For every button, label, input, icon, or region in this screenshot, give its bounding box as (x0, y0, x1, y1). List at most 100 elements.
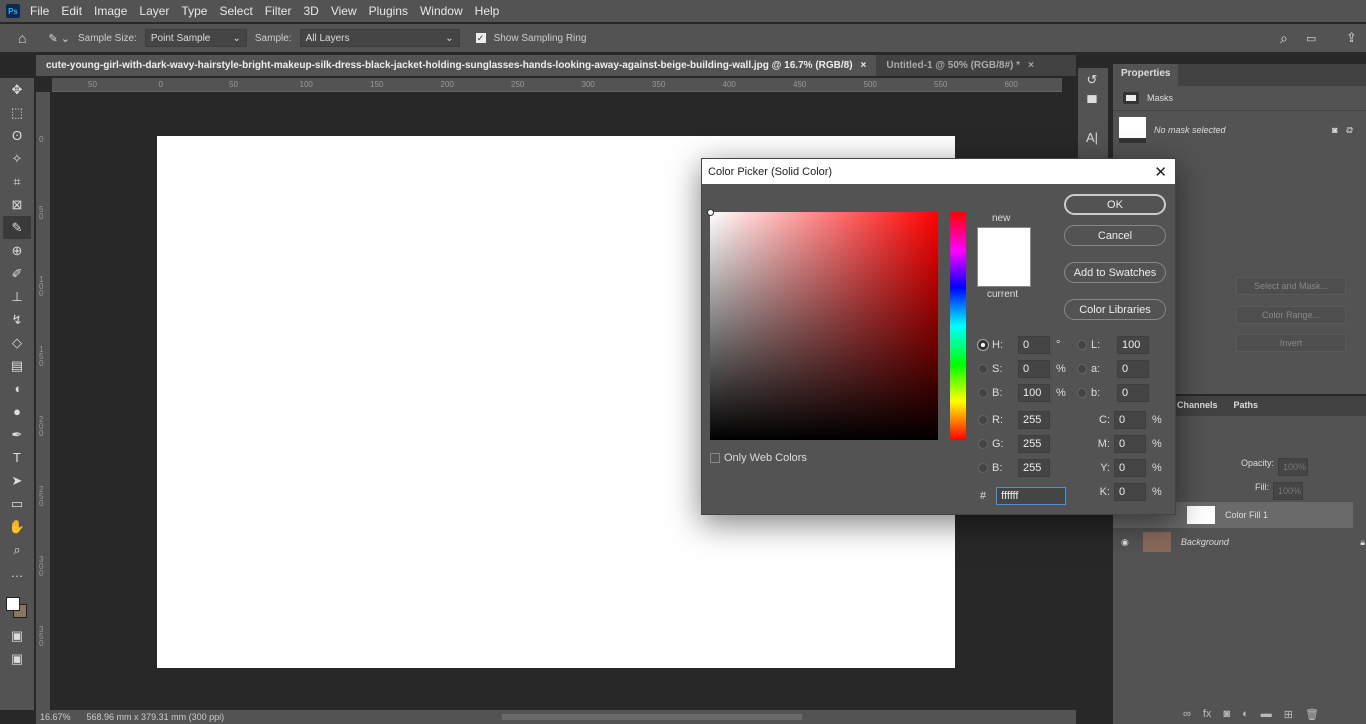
color-field[interactable] (707, 209, 938, 440)
layer-row[interactable]: ◉ Background 🔒︎ (1113, 529, 1365, 555)
add-pixel-mask-icon[interactable]: ◙ (1332, 125, 1337, 135)
field-input[interactable]: 100 (1117, 336, 1149, 354)
field-input[interactable]: 0 (1114, 459, 1146, 477)
field-input[interactable]: 0 (1114, 483, 1146, 501)
screen-mode-icon[interactable]: ▣ (3, 647, 31, 670)
blur-tool-icon[interactable]: ◖ (3, 377, 31, 400)
radio-hsb[interactable] (978, 340, 988, 350)
hex-input[interactable]: ffffff (996, 487, 1067, 505)
marquee-tool-icon[interactable]: ⬚ (3, 101, 31, 124)
radio-lab[interactable] (1077, 364, 1087, 374)
dodge-tool-icon[interactable]: ● (3, 400, 31, 423)
eye-icon[interactable]: ◉ (1121, 537, 1129, 548)
field-input[interactable]: 100 (1018, 384, 1050, 402)
search-icon[interactable]: ⌕ (1280, 30, 1288, 47)
share-icon[interactable]: ⇪ (1346, 30, 1357, 46)
menu-file[interactable]: File (30, 4, 49, 18)
quick-mask-icon[interactable]: ▣ (3, 624, 31, 647)
opacity-input[interactable]: 100% (1278, 458, 1309, 476)
color-range-button[interactable]: Color Range... (1236, 306, 1346, 324)
link-icon[interactable]: ∞ (1183, 708, 1191, 721)
select-and-mask-button[interactable]: Select and Mask... (1236, 277, 1346, 295)
document-tab[interactable]: cute-young-girl-with-dark-wavy-hairstyle… (36, 55, 877, 76)
more-tool-icon[interactable]: … (3, 561, 31, 584)
new-layer-icon[interactable]: ⊞ (1284, 708, 1293, 721)
invert-button[interactable]: Invert (1236, 334, 1346, 352)
radio-rgb[interactable] (978, 439, 988, 449)
hue-slider[interactable] (950, 212, 966, 440)
menu-edit[interactable]: Edit (61, 4, 82, 18)
add-to-swatches-button[interactable]: Add to Swatches (1064, 262, 1166, 283)
healing-tool-icon[interactable]: ⊕ (3, 239, 31, 262)
zoom-tool-icon[interactable]: ⌕ (3, 538, 31, 561)
document-tab[interactable]: Untitled-1 @ 50% (RGB/8#) * × (876, 55, 1044, 76)
menu-help[interactable]: Help (475, 4, 500, 18)
menu-image[interactable]: Image (94, 4, 127, 18)
foreground-color-swatch[interactable] (6, 597, 20, 611)
color-field-cursor[interactable] (707, 209, 714, 216)
rectangle-tool-icon[interactable]: ▭ (3, 492, 31, 515)
radio-hsb[interactable] (978, 364, 988, 374)
eraser-tool-icon[interactable]: ◇ (3, 331, 31, 354)
close-icon[interactable]: × (861, 60, 867, 71)
menu-layer[interactable]: Layer (139, 4, 169, 18)
lasso-tool-icon[interactable]: ʘ (3, 124, 31, 147)
only-web-colors-checkbox[interactable] (710, 453, 720, 463)
radio-lab[interactable] (1077, 340, 1087, 350)
radio-rgb[interactable] (978, 463, 988, 473)
frame-tool-icon[interactable]: ⊠ (3, 193, 31, 216)
path-select-tool-icon[interactable]: ➤ (3, 469, 31, 492)
sample-size-select[interactable]: Point Sample ⌄ (144, 29, 247, 47)
field-input[interactable]: 0 (1018, 360, 1050, 378)
adjustment-icon[interactable]: ◐ (1242, 708, 1249, 721)
trash-icon[interactable]: 🗑︎ (1305, 708, 1319, 721)
crop-tool-icon[interactable]: ⌗ (3, 170, 31, 193)
hand-tool-icon[interactable]: ✋ (3, 515, 31, 538)
zoom-level[interactable]: 16.67% (40, 712, 71, 722)
type-tool-icon[interactable]: T (3, 446, 31, 469)
field-input[interactable]: 0 (1114, 435, 1146, 453)
menu-select[interactable]: Select (219, 4, 252, 18)
field-input[interactable]: 255 (1018, 411, 1050, 429)
magic-wand-tool-icon[interactable]: ✧ (3, 147, 31, 170)
fx-icon[interactable]: fx (1203, 708, 1212, 721)
channels-tab[interactable]: Channels (1169, 396, 1226, 416)
fill-input[interactable]: 100% (1273, 482, 1303, 500)
properties-tab[interactable]: Properties (1113, 64, 1179, 86)
menu-view[interactable]: View (331, 4, 357, 18)
only-web-colors[interactable]: Only Web Colors (710, 452, 807, 464)
move-tool-icon[interactable]: ✥ (3, 78, 31, 101)
brush-tool-icon[interactable]: ✐ (3, 262, 31, 285)
radio-rgb[interactable] (978, 415, 988, 425)
field-input[interactable]: 0 (1117, 360, 1149, 378)
menu-type[interactable]: Type (181, 4, 207, 18)
radio-hsb[interactable] (978, 388, 988, 398)
field-input[interactable]: 0 (1018, 336, 1050, 354)
paths-tab[interactable]: Paths (1226, 396, 1267, 416)
field-input[interactable]: 255 (1018, 459, 1050, 477)
cancel-button[interactable]: Cancel (1064, 225, 1166, 246)
field-input[interactable]: 0 (1114, 411, 1146, 429)
close-icon[interactable]: ✕ (1154, 163, 1167, 181)
eyedropper-tool-icon[interactable]: ✎ (3, 216, 31, 239)
ok-button[interactable]: OK (1064, 194, 1166, 215)
home-icon[interactable]: ⌂ (18, 30, 26, 46)
add-mask-icon[interactable]: ◙ (1223, 708, 1230, 721)
menu-plugins[interactable]: Plugins (369, 4, 408, 18)
radio-lab[interactable] (1077, 388, 1087, 398)
menu-filter[interactable]: Filter (265, 4, 292, 18)
color-swatches[interactable] (3, 594, 31, 624)
character-icon[interactable]: A| (1078, 126, 1106, 149)
field-input[interactable]: 0 (1117, 384, 1149, 402)
comments-icon[interactable]: ▀ (1078, 91, 1106, 114)
sampling-ring-checkbox[interactable]: ✓ (475, 33, 486, 43)
pen-tool-icon[interactable]: ✒ (3, 423, 31, 446)
history-brush-tool-icon[interactable]: ↯ (3, 308, 31, 331)
add-vector-mask-icon[interactable]: ⧉ (1346, 125, 1352, 136)
horizontal-scrollbar[interactable] (502, 714, 802, 720)
history-icon[interactable]: ↺ (1078, 68, 1106, 91)
sample-select[interactable]: All Layers ⌄ (299, 29, 460, 47)
menu-window[interactable]: Window (420, 4, 463, 18)
field-input[interactable]: 255 (1018, 435, 1050, 453)
menu-3d[interactable]: 3D (303, 4, 318, 18)
